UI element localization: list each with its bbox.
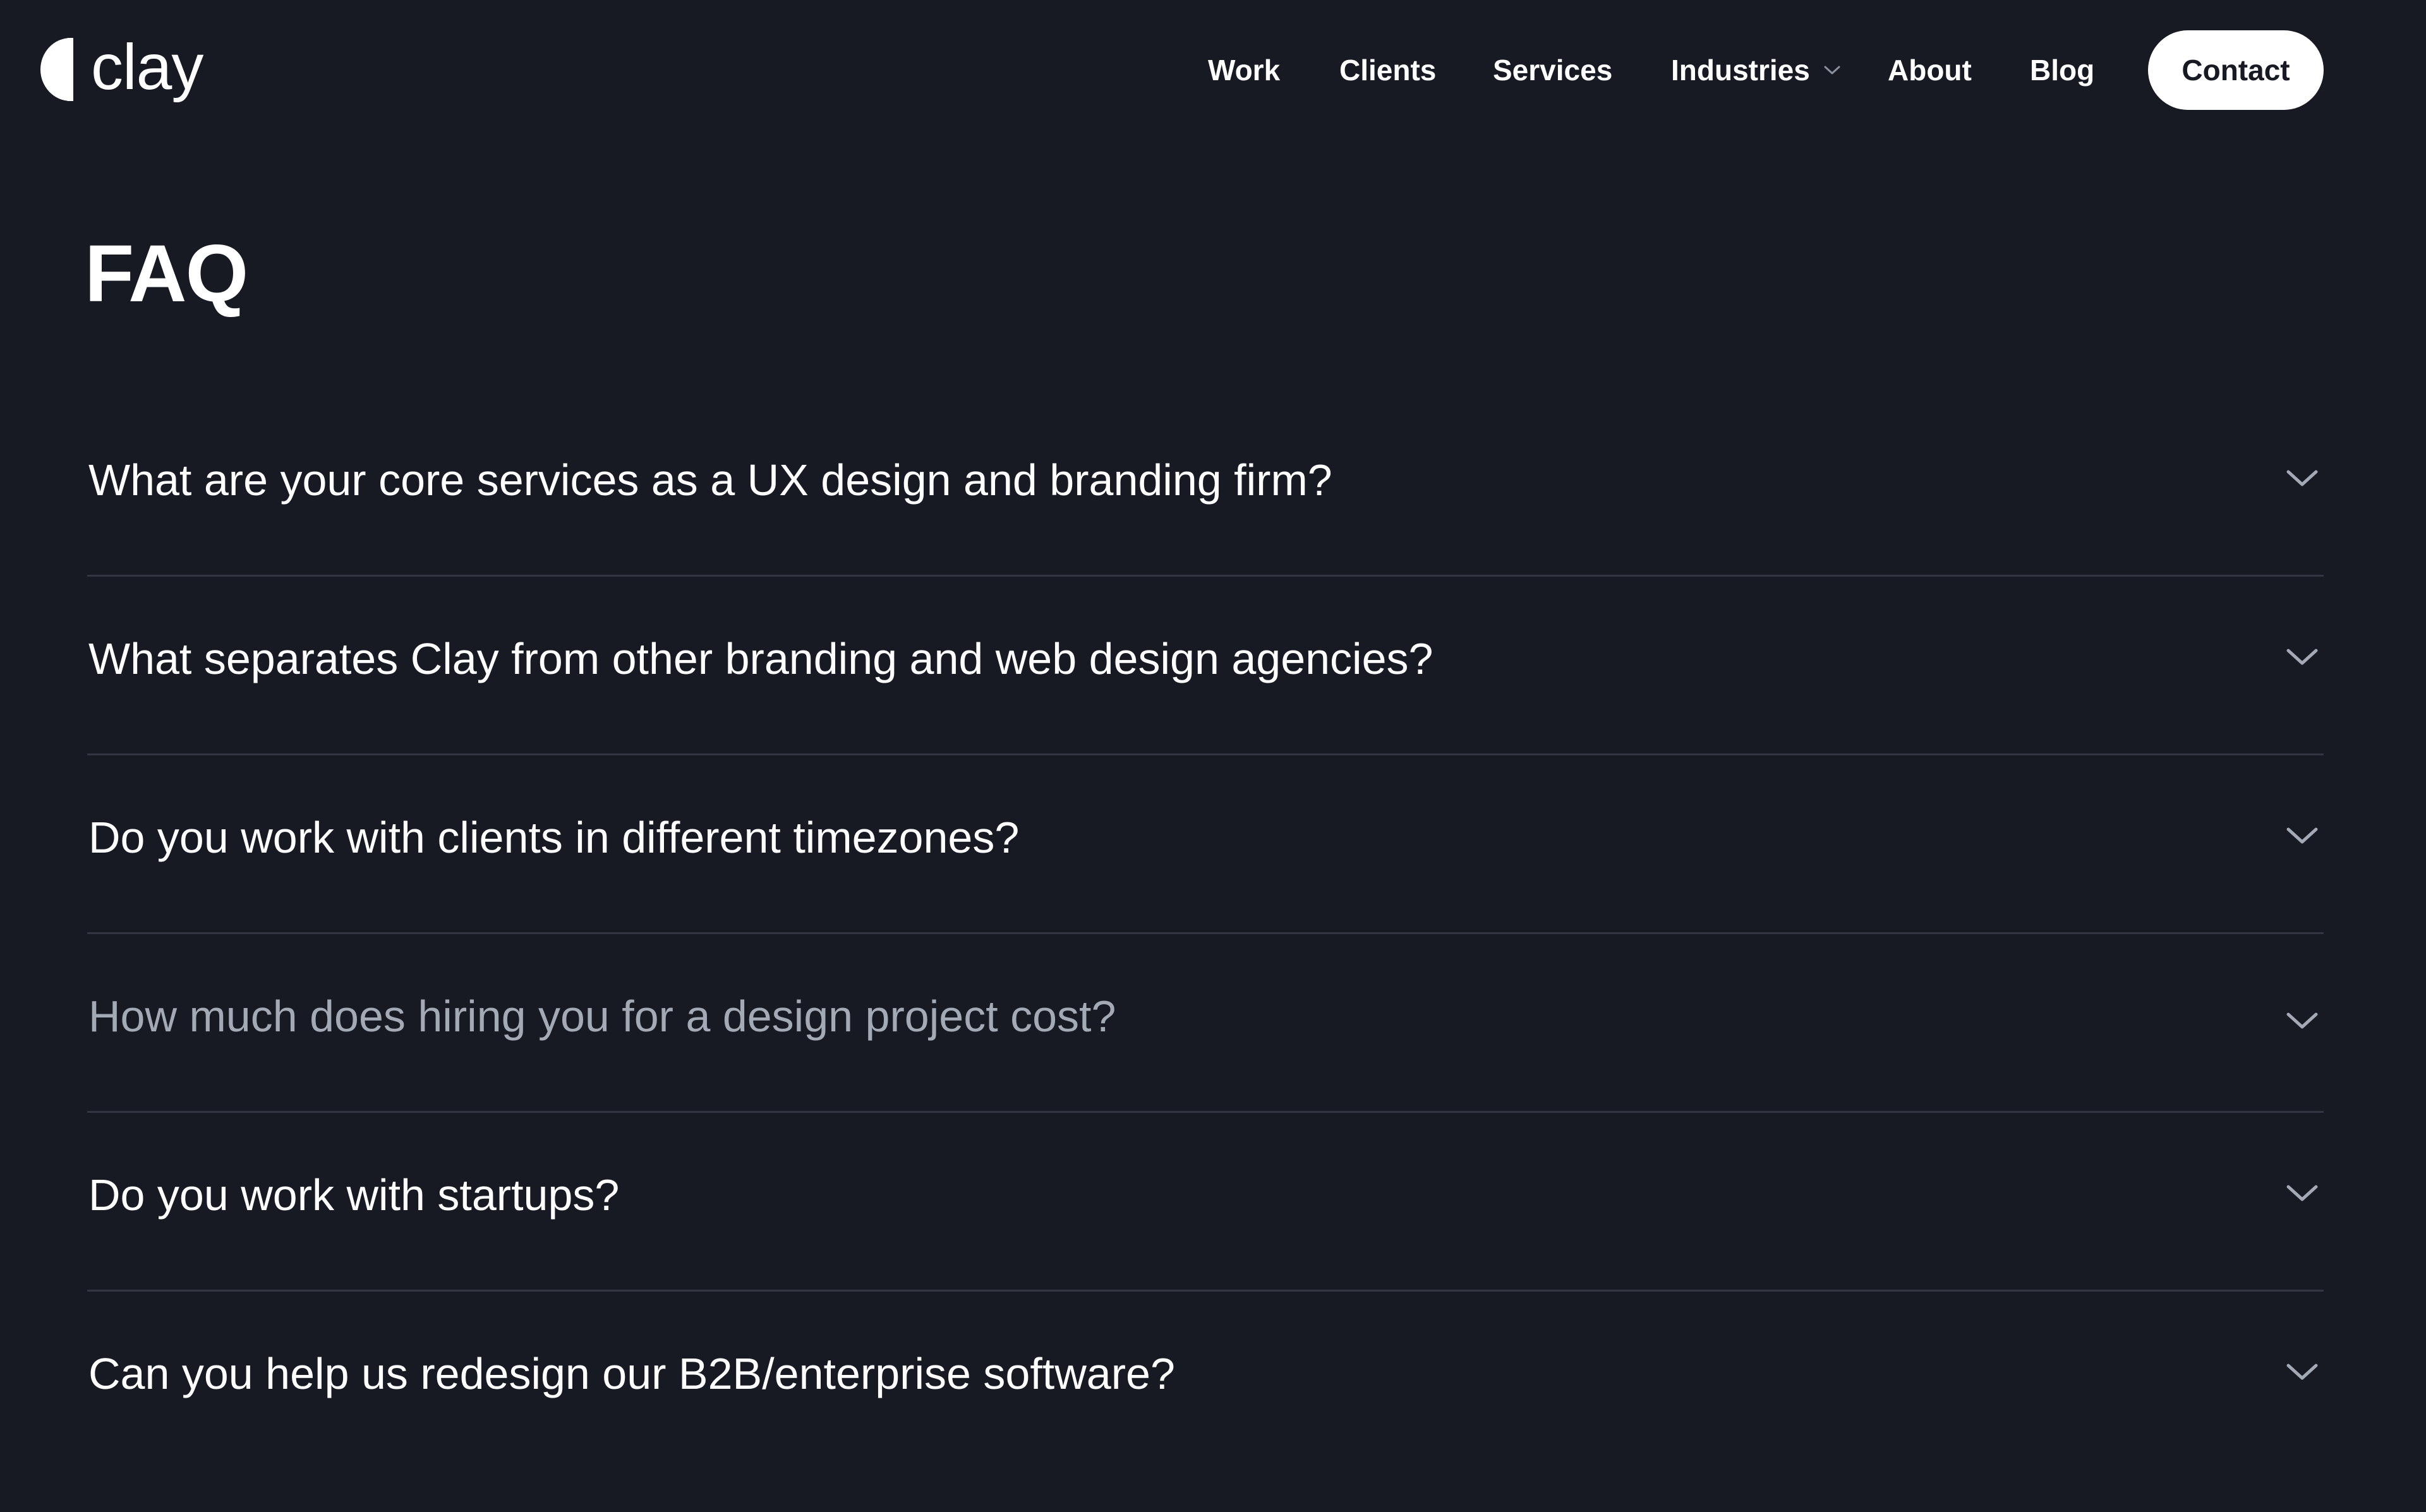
nav-item-work[interactable]: Work <box>1208 53 1280 87</box>
faq-question: How much does hiring you for a design pr… <box>88 992 1116 1041</box>
nav-item-industries-label: Industries <box>1671 54 1810 87</box>
logo-text: clay <box>91 31 203 103</box>
chevron-down-icon[interactable] <box>2286 1362 2319 1381</box>
faq-item[interactable]: Can you help us redesign our B2B/enterpr… <box>87 1292 2324 1470</box>
clay-logo-icon <box>40 38 73 101</box>
chevron-down-icon[interactable] <box>2286 1011 2319 1030</box>
chevron-down-icon[interactable] <box>2286 469 2319 488</box>
site-header: clay Work Clients Services Industries Ab… <box>0 0 2426 139</box>
nav-item-services[interactable]: Services <box>1493 53 1612 87</box>
nav-item-blog[interactable]: Blog <box>2030 53 2094 87</box>
chevron-down-icon[interactable] <box>2286 1184 2319 1203</box>
faq-item[interactable]: What separates Clay from other branding … <box>87 577 2324 755</box>
faq-item[interactable]: Do you work with clients in different ti… <box>87 755 2324 934</box>
faq-item[interactable]: How much does hiring you for a design pr… <box>87 934 2324 1113</box>
faq-question: What are your core services as a UX desi… <box>88 455 1332 505</box>
nav-item-clients[interactable]: Clients <box>1339 53 1436 87</box>
chevron-down-icon <box>1824 66 1840 75</box>
page-title: FAQ <box>85 229 248 319</box>
faq-question: Do you work with startups? <box>88 1170 620 1220</box>
faq-list: What are your core services as a UX desi… <box>87 398 2324 1470</box>
nav-item-about[interactable]: About <box>1888 53 1972 87</box>
faq-question: Can you help us redesign our B2B/enterpr… <box>88 1349 1175 1398</box>
faq-question: What separates Clay from other branding … <box>88 634 1433 683</box>
chevron-down-icon[interactable] <box>2286 826 2319 845</box>
contact-button[interactable]: Contact <box>2148 30 2324 110</box>
faq-item[interactable]: What are your core services as a UX desi… <box>87 398 2324 577</box>
nav-item-industries[interactable]: Industries <box>1671 53 1840 87</box>
chevron-down-icon[interactable] <box>2286 647 2319 666</box>
faq-item[interactable]: Do you work with startups? <box>87 1113 2324 1292</box>
faq-question: Do you work with clients in different ti… <box>88 813 1020 862</box>
logo-link[interactable]: clay <box>38 32 203 107</box>
